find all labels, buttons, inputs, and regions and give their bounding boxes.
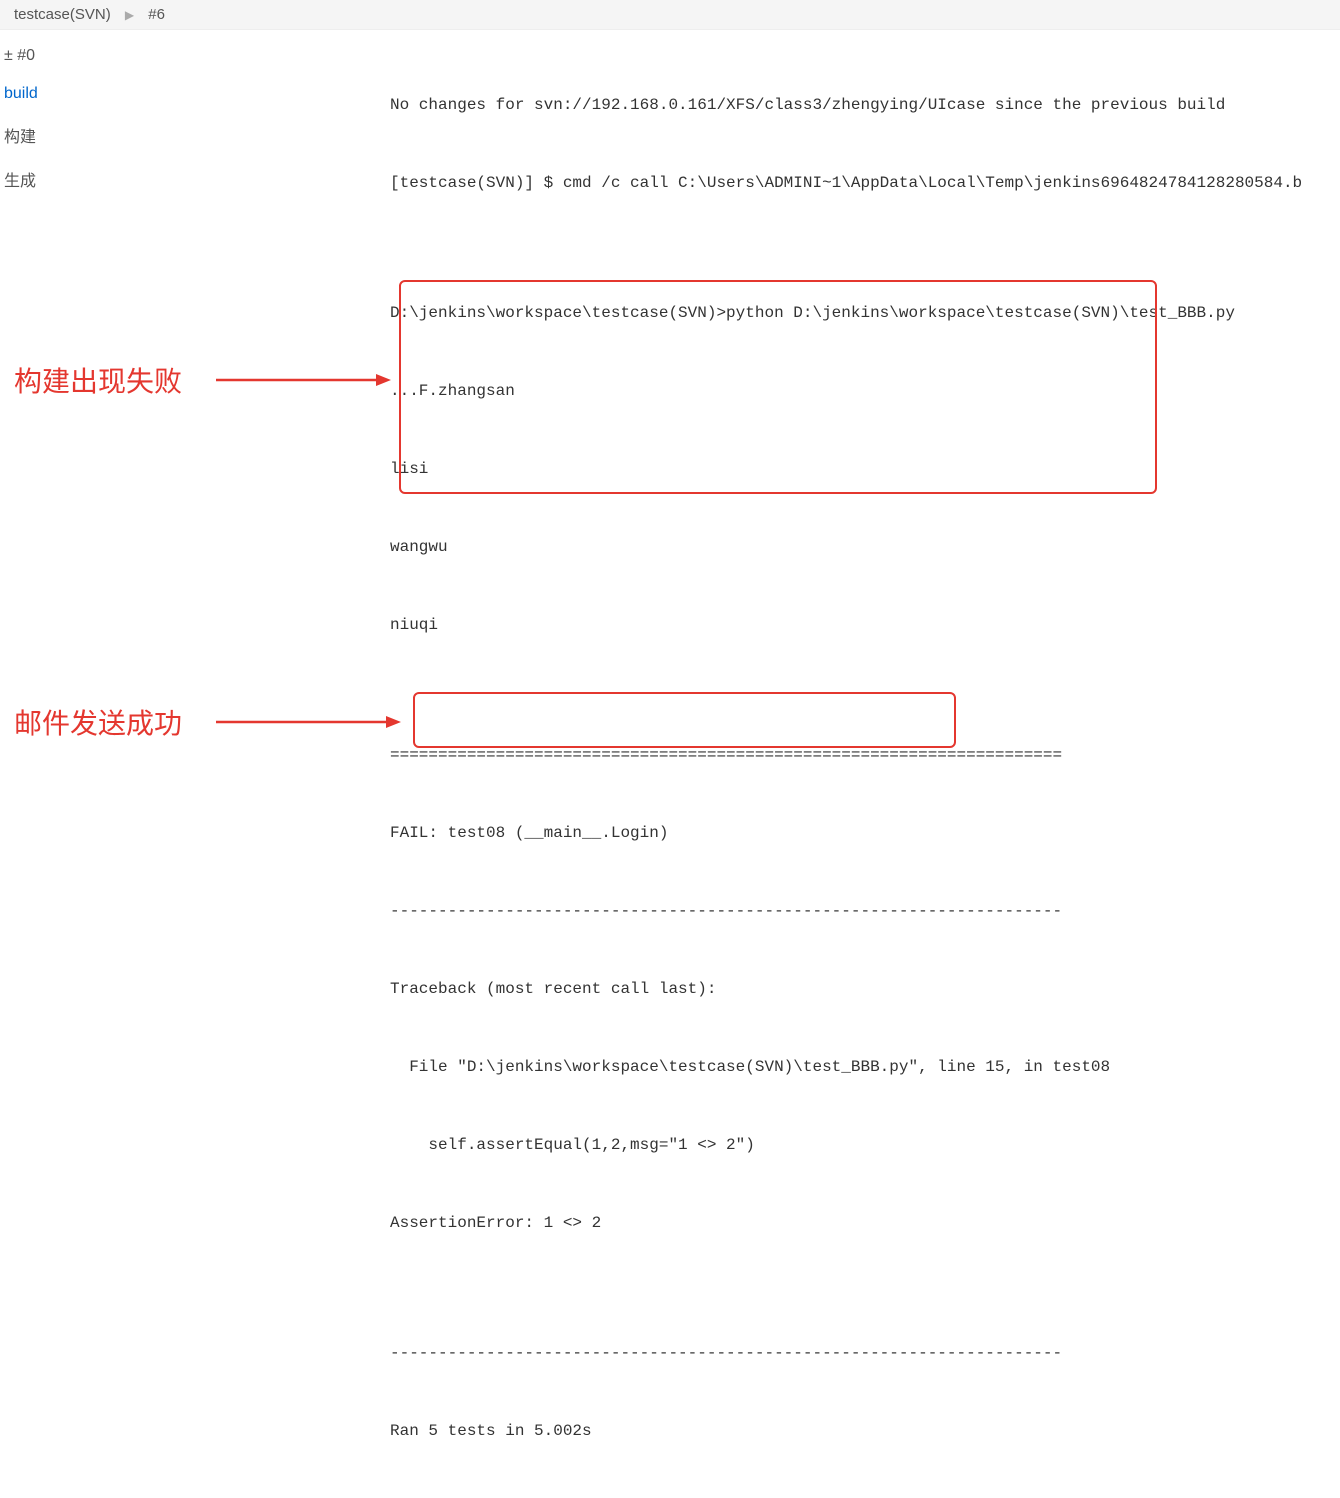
console-line: AssertionError: 1 <> 2	[390, 1210, 1340, 1236]
console-line: File "D:\jenkins\workspace\testcase(SVN)…	[390, 1054, 1340, 1080]
console-line: ...F.zhangsan	[390, 378, 1340, 404]
sidebar-item-build-number[interactable]: ± #0	[0, 37, 180, 75]
sidebar: ± #0 build 构建 生成	[0, 35, 180, 203]
console-line: Ran 5 tests in 5.002s	[390, 1418, 1340, 1444]
console-output: No changes for svn://192.168.0.161/XFS/c…	[390, 40, 1340, 1498]
console-line: niuqi	[390, 612, 1340, 638]
arrow-icon	[216, 370, 391, 390]
breadcrumb-separator-icon: ▶	[125, 8, 134, 22]
annotation-fail-label: 构建出现失败	[14, 360, 182, 400]
console-line: Traceback (most recent call last):	[390, 976, 1340, 1002]
console-line: ----------------------------------------…	[390, 898, 1340, 924]
breadcrumb: testcase(SVN) ▶ #6	[0, 0, 1340, 30]
annotation-mail-label: 邮件发送成功	[14, 702, 182, 742]
console-line: No changes for svn://192.168.0.161/XFS/c…	[390, 92, 1340, 118]
console-line: ----------------------------------------…	[390, 1340, 1340, 1366]
console-line: FAIL: test08 (__main__.Login)	[390, 820, 1340, 846]
console-line: wangwu	[390, 534, 1340, 560]
breadcrumb-project[interactable]: testcase(SVN)	[14, 6, 111, 23]
sidebar-item-build[interactable]: build	[0, 75, 180, 113]
sidebar-item-shengcheng[interactable]: 生成	[0, 157, 180, 201]
console-line: ========================================…	[390, 742, 1340, 768]
sidebar-item-goujian[interactable]: 构建	[0, 113, 180, 157]
console-line: self.assertEqual(1,2,msg="1 <> 2")	[390, 1132, 1340, 1158]
console-line: D:\jenkins\workspace\testcase(SVN)>pytho…	[390, 300, 1340, 326]
console-line: lisi	[390, 456, 1340, 482]
breadcrumb-build[interactable]: #6	[148, 6, 165, 23]
console-line: [testcase(SVN)] $ cmd /c call C:\Users\A…	[390, 170, 1340, 196]
arrow-icon	[216, 712, 401, 732]
